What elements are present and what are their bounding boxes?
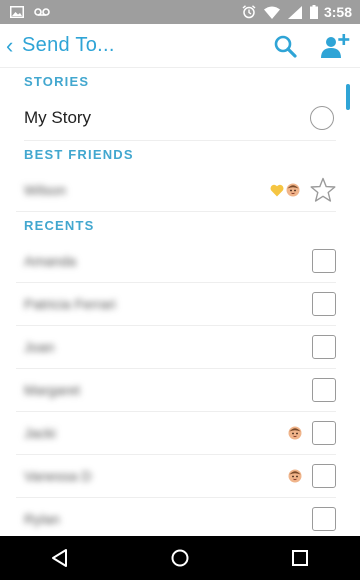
list-item-label: Joan [24,339,55,355]
select-checkbox[interactable] [312,335,336,359]
battery-icon [309,5,318,19]
baby-icon [288,469,302,483]
status-left [10,6,50,18]
list-item[interactable]: Patricia Ferrari [16,283,336,326]
back-chevron-icon[interactable]: ‹ [6,34,20,57]
yellow-heart-icon [270,184,284,196]
voicemail-icon [34,8,50,16]
list-item[interactable]: Amanda [16,240,336,283]
friend-emojis [288,426,302,440]
back-triangle-icon [52,549,67,567]
status-bar: 3:58 [0,0,360,24]
add-friend-button[interactable] [320,31,350,61]
page-title: Send To... [22,34,115,56]
home-circle-icon [171,549,189,567]
list-item[interactable]: Jacki [16,412,336,455]
baby-icon [288,426,302,440]
list-item-label: Wilson [24,182,67,198]
app-header: ‹ Send To... [0,24,360,68]
search-button[interactable] [270,31,300,61]
list-item-label: Patricia Ferrari [24,296,116,312]
alarm-icon [242,5,256,19]
list-item-label: Rylan [24,511,60,527]
system-nav-bar [0,536,360,580]
list-item-label: My Story [24,108,92,127]
list-item-label: Margaret [24,382,81,398]
list-item-label: Amanda [24,253,77,269]
nav-home-button[interactable] [160,538,200,578]
signal-icon [287,5,302,19]
list-item[interactable]: Margaret [16,369,336,412]
recipient-list[interactable]: STORIES My Story BEST FRIENDS Wilson REC… [0,68,360,536]
list-item[interactable]: Wilson [16,169,336,212]
wifi-icon [263,6,280,19]
recents-square-icon [292,550,308,566]
story-select-circle[interactable] [310,106,334,130]
star-icon[interactable] [310,177,336,203]
friend-emojis [270,183,300,197]
status-time: 3:58 [323,4,352,20]
scrollbar-thumb[interactable] [346,84,350,110]
list-item[interactable]: Rylan [16,498,336,536]
search-icon [274,35,297,58]
section-header-best-friends: BEST FRIENDS [24,147,134,162]
nav-recents-button[interactable] [280,538,320,578]
select-checkbox[interactable] [312,421,336,445]
list-item-label: Vanessa D [24,468,92,484]
list-item-label: Jacki [24,425,56,441]
image-icon [10,6,24,18]
list-item[interactable]: Joan [16,326,336,369]
list-item-my-story[interactable]: My Story [24,96,336,141]
select-checkbox[interactable] [312,507,336,531]
baby-icon [286,183,300,197]
status-right: 3:58 [234,4,352,20]
list-item[interactable]: Vanessa D [16,455,336,498]
select-checkbox[interactable] [312,464,336,488]
friend-emojis [288,469,302,483]
section-header-stories: STORIES [24,74,90,89]
select-checkbox[interactable] [312,249,336,273]
select-checkbox[interactable] [312,292,336,316]
section-header-recents: RECENTS [24,218,95,233]
add-friend-icon [321,33,350,58]
select-checkbox[interactable] [312,378,336,402]
nav-back-button[interactable] [40,538,80,578]
